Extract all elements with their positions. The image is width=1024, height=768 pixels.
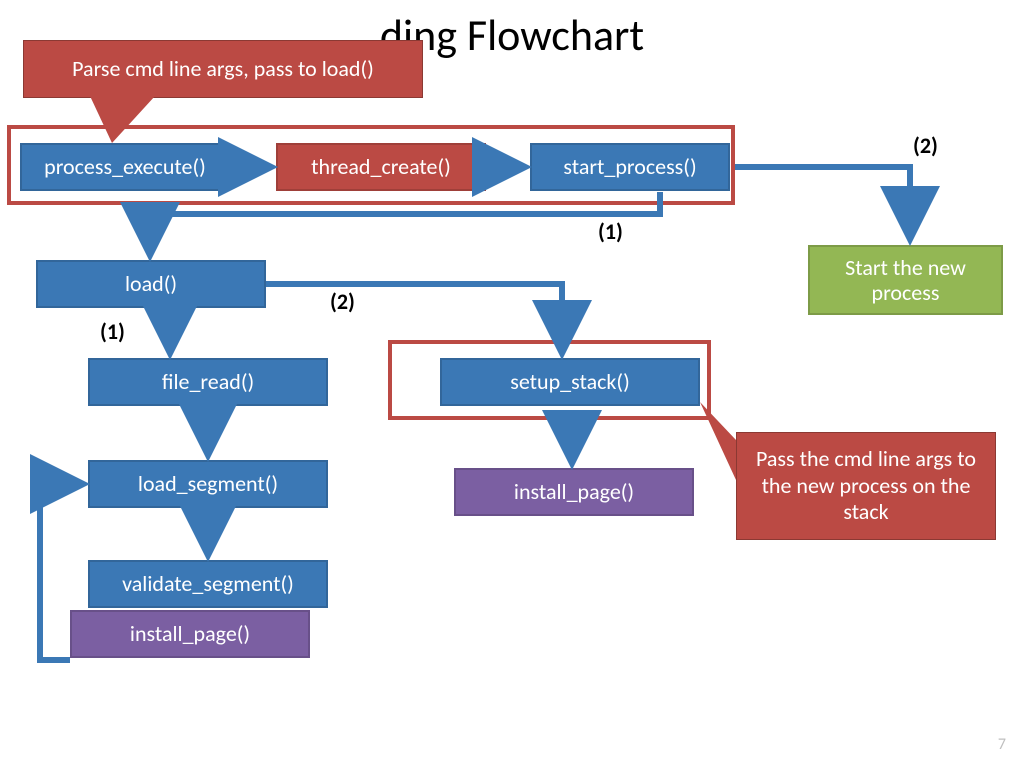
label-mid-1: (1): [598, 218, 623, 245]
label-top-2: (2): [913, 132, 938, 159]
node-label: start_process(): [563, 154, 696, 179]
node-install-page-left: install_page(): [70, 610, 310, 658]
node-load: load(): [36, 260, 266, 308]
node-label: validate_segment(): [122, 571, 294, 596]
node-load-segment: load_segment(): [88, 460, 328, 508]
node-label: process_execute(): [44, 154, 206, 179]
node-label: load(): [125, 271, 177, 296]
node-setup-stack: setup_stack(): [440, 358, 700, 406]
node-install-page-right: install_page(): [454, 468, 694, 516]
node-label: setup_stack(): [510, 369, 630, 394]
callout-text: Parse cmd line args, pass to load(): [72, 56, 374, 82]
arrow: [735, 167, 910, 240]
page-number: 7: [998, 735, 1006, 754]
node-label: install_page(): [514, 479, 634, 504]
node-label: install_page(): [130, 621, 250, 646]
callout-stack: Pass the cmd line args to the new proces…: [736, 432, 996, 540]
callout-text: Pass the cmd line args to the new proces…: [747, 446, 985, 525]
callout-parse: Parse cmd line args, pass to load(): [23, 40, 423, 98]
node-label: Start the new process: [810, 255, 1001, 306]
node-thread-create: thread_create(): [276, 143, 486, 191]
node-start-process: start_process(): [530, 143, 730, 191]
node-label: file_read(): [162, 369, 254, 394]
node-file-read: file_read(): [88, 358, 328, 406]
node-validate-segment: validate_segment(): [88, 560, 328, 608]
node-start-new-process: Start the new process: [808, 245, 1003, 315]
node-label: thread_create(): [311, 154, 451, 179]
node-process-execute: process_execute(): [20, 143, 230, 191]
label-left-1: (1): [100, 318, 125, 345]
node-label: load_segment(): [138, 471, 278, 496]
label-left-2: (2): [330, 288, 355, 315]
